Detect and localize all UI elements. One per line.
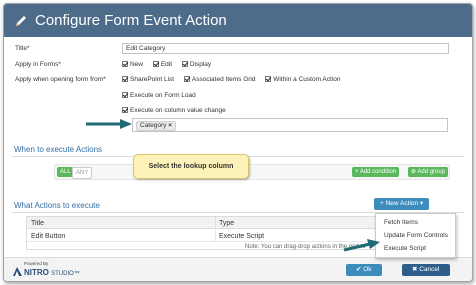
pointer-arrow-icon [86,119,132,129]
pencil-icon [16,15,26,26]
column-tag: Category × [136,121,176,131]
checkbox-icon[interactable] [265,76,272,82]
checkbox-icon[interactable] [183,76,190,82]
column-header-type[interactable]: Type [219,220,234,227]
option-associated-items-grid[interactable]: Associated Items Grid [183,76,255,83]
column-header-title[interactable]: Title [31,220,44,227]
new-action-button[interactable]: + New Action ▾ [374,198,430,210]
ok-button[interactable]: ✔ Ok [346,264,382,276]
add-condition-button[interactable]: + Add condition [352,167,400,177]
menu-item-execute-script[interactable]: Execute Script [384,245,426,252]
checkbox-icon[interactable] [181,61,188,67]
condition-group: ALL ANY + Add condition ⊕ Add group [54,164,450,180]
apply-forms-label: Apply in Forms* [15,61,61,68]
option-display[interactable]: Display [181,61,211,68]
dialog-header: Configure Form Event Action [4,4,472,37]
column-picker-input[interactable]: Category × [132,118,448,132]
apply-opening-label: Apply when opening form from* [15,76,106,83]
execute-on-column-change[interactable]: Execute on column value change [122,107,226,114]
new-action-menu: Fetch Items Update Form Controls Execute… [375,213,456,258]
execute-on-form-load[interactable]: Execute on Form Load [122,92,196,99]
checkbox-icon[interactable] [122,61,128,67]
checkbox-icon[interactable] [122,107,128,113]
row-type: Execute Script [219,233,265,240]
apply-forms-options: New Edit Display [122,61,219,68]
pointer-arrow-icon [343,239,380,252]
option-new[interactable]: New [122,61,143,68]
title-label: Title* [15,45,30,52]
option-edit[interactable]: Edit [152,61,172,68]
checkbox-icon[interactable] [152,61,159,67]
any-toggle[interactable]: ANY [72,167,93,179]
what-section-title: What Actions to execute [14,201,100,210]
dialog-footer: Powered By NITRO STUDIO™ ✔ Ok ✖ Cancel [4,257,472,281]
dialog-title: Configure Form Event Action [35,12,227,29]
cancel-button[interactable]: ✖ Cancel [402,264,450,276]
remove-tag-icon[interactable]: × [168,122,172,129]
title-input[interactable]: Edit Category [122,43,449,54]
menu-item-update-form-controls[interactable]: Update Form Controls [384,232,448,239]
tooltip-callout: Select the lookup column [133,154,249,179]
apply-opening-options: SharePoint List Associated Items Grid Wi… [122,76,349,83]
row-title: Edit Button [31,233,66,240]
option-sharepoint-list[interactable]: SharePoint List [122,76,174,83]
column-separator [215,217,216,229]
checkbox-icon[interactable] [122,76,128,82]
menu-item-fetch-items[interactable]: Fetch Items [384,219,418,226]
column-separator [215,230,216,242]
when-section-title: When to execute Actions [14,145,103,154]
option-custom-action[interactable]: Within a Custom Action [265,76,341,83]
configure-form-event-action-dialog: Configure Form Event Action Title* Edit … [3,3,473,282]
nitro-logo-icon [13,267,22,276]
add-group-button[interactable]: ⊕ Add group [408,167,449,177]
checkbox-icon[interactable] [122,92,128,98]
